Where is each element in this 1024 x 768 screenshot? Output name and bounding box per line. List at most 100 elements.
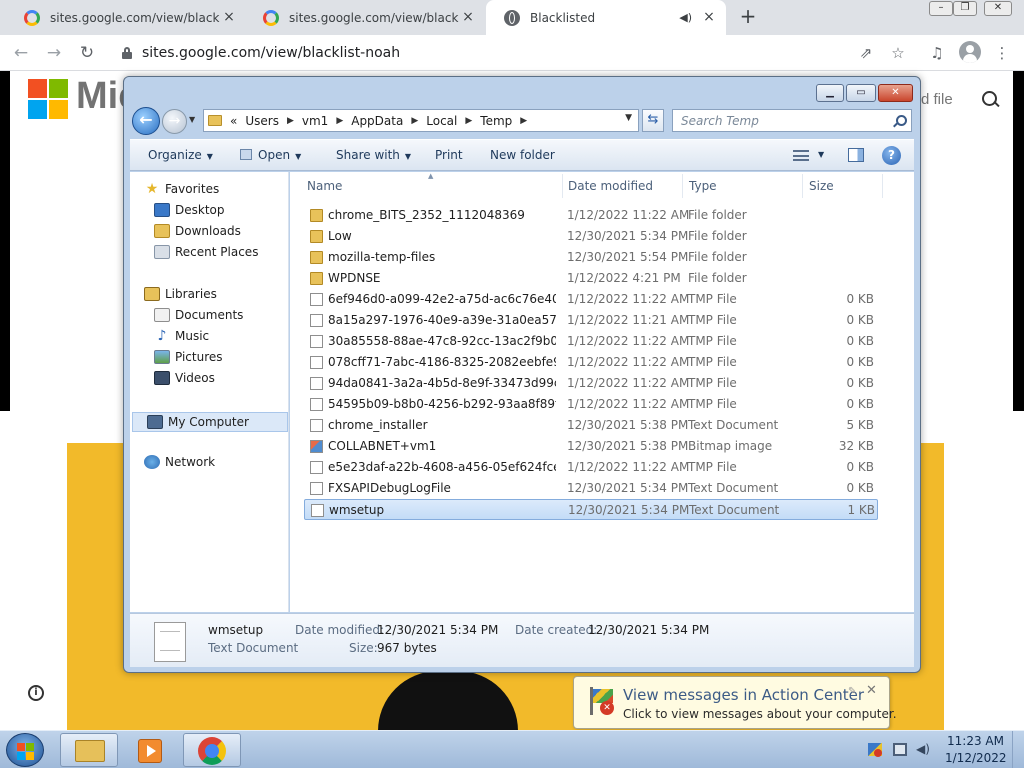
recent-pages-chevron-icon[interactable]: ▼ [189, 115, 195, 124]
preview-pane-icon[interactable] [848, 148, 864, 162]
breadcrumb-users[interactable]: Users [245, 114, 279, 128]
table-row[interactable]: COLLABNET+vm1 12/30/2021 5:38 PM Bitmap im… [304, 436, 878, 457]
taskbar-media-player-button[interactable] [120, 733, 178, 767]
breadcrumb-temp[interactable]: Temp [480, 114, 512, 128]
address-bar[interactable]: sites.google.com/view/blacklist-noah [112, 39, 922, 67]
forward-icon[interactable]: → [43, 42, 65, 64]
notification-close-icon[interactable]: ✕ [866, 683, 877, 698]
column-header-size[interactable]: Size [809, 179, 834, 193]
column-header-type[interactable]: Type [689, 179, 717, 193]
nav-favorites[interactable]: ★ Favorites [144, 182, 220, 196]
breadcrumb-chevron-icon[interactable]: ▶ [520, 116, 527, 126]
menu-icon[interactable]: ⋮ [992, 43, 1012, 63]
table-row[interactable]: mozilla-temp-files 12/30/2021 5:54 PM File… [304, 247, 878, 268]
info-icon[interactable]: i [28, 685, 44, 701]
table-row[interactable]: 94da0841-3a2a-4b5d-8e9f-33473d99c87f....… [304, 373, 878, 394]
window-restore-button[interactable]: ❐ [953, 1, 977, 16]
tab-3-active[interactable]: Blacklisted ◀) × [486, 0, 726, 35]
help-icon[interactable]: ? [882, 146, 901, 165]
new-folder-button[interactable]: New folder [490, 148, 555, 162]
table-row[interactable]: Low 12/30/2021 5:34 PM File folder [304, 226, 878, 247]
profile-icon[interactable] [959, 41, 981, 63]
page-header-text[interactable]: d file [921, 91, 953, 108]
pin-icon[interactable]: ✎ [848, 686, 856, 697]
tab-2[interactable]: sites.google.com/view/blacklist- × [245, 0, 485, 35]
lock-icon[interactable] [122, 47, 132, 59]
action-center-notification[interactable]: ✕ View messages in Action Center Click t… [573, 676, 897, 729]
network-tray-icon[interactable] [893, 743, 907, 756]
table-row[interactable]: chrome_BITS_2352_1112048369 1/12/2022 11:… [304, 205, 878, 226]
nav-downloads[interactable]: Downloads [154, 224, 241, 238]
breadcrumb-chevron-icon[interactable]: ▶ [465, 116, 472, 126]
nav-music[interactable]: ♪ Music [154, 329, 210, 343]
clock-time[interactable]: 11:23 AM [947, 734, 1004, 748]
nav-libraries[interactable]: Libraries [144, 287, 217, 301]
search-icon[interactable] [893, 115, 907, 127]
notification-body[interactable]: Click to view messages about your comput… [623, 707, 897, 721]
window-minimize-button[interactable]: – [929, 1, 953, 16]
column-divider[interactable] [802, 174, 803, 198]
organize-button[interactable]: Organize ▼ [148, 148, 213, 162]
back-icon[interactable]: ← [10, 42, 32, 64]
table-row[interactable]: 8a15a297-1976-40e9-a39e-31a0ea578169....… [304, 310, 878, 331]
table-row[interactable]: e5e23daf-a22b-4608-a456-05ef624fcede.t..… [304, 457, 878, 478]
table-row[interactable]: 30a85558-88ae-47c8-92cc-13ac2f9b0a27....… [304, 331, 878, 352]
nav-network[interactable]: Network [144, 455, 215, 469]
view-dropdown-icon[interactable]: ▼ [818, 150, 824, 159]
column-header-date[interactable]: Date modified [568, 179, 653, 193]
new-tab-button[interactable]: + [737, 6, 759, 28]
nav-desktop[interactable]: Desktop [154, 203, 225, 217]
open-button[interactable]: Open ▼ [240, 148, 301, 162]
view-options-icon[interactable] [793, 150, 809, 161]
nav-videos[interactable]: Videos [154, 371, 215, 385]
table-row[interactable]: chrome_installer 12/30/2021 5:38 PM Text D… [304, 415, 878, 436]
column-divider[interactable] [682, 174, 683, 198]
share-with-button[interactable]: Share with ▼ [336, 148, 411, 162]
share-icon[interactable]: ⇗ [856, 43, 876, 63]
taskbar-chrome-button[interactable] [183, 733, 241, 767]
explorer-maximize-button[interactable]: ▭ [846, 84, 876, 102]
volume-icon[interactable]: ◀) [916, 743, 930, 756]
table-row[interactable]: FXSAPIDebugLogFile 12/30/2021 5:34 PM Text… [304, 478, 878, 499]
nav-recent-places[interactable]: Recent Places [154, 245, 258, 259]
search-icon[interactable] [982, 91, 1000, 109]
speaker-icon[interactable]: ◀) [679, 11, 692, 24]
tab-close-icon[interactable]: × [222, 10, 236, 24]
nav-documents[interactable]: Documents [154, 308, 243, 322]
explorer-minimize-button[interactable]: ▁ [816, 84, 844, 102]
table-row-selected[interactable]: wmsetup 12/30/2021 5:34 PM Text Document 1 … [304, 499, 878, 520]
tab-close-icon[interactable]: × [461, 10, 475, 24]
table-row[interactable]: 078cff71-7abc-4186-8325-2082eebfe9ad.t..… [304, 352, 878, 373]
column-divider[interactable] [562, 174, 563, 198]
reload-icon[interactable]: ↻ [76, 42, 98, 64]
refresh-icon[interactable]: ⇆ [642, 109, 664, 132]
tab-close-icon[interactable]: × [702, 10, 716, 24]
breadcrumb-chevron-icon[interactable]: ▶ [336, 116, 343, 126]
explorer-back-icon[interactable]: ← [132, 107, 160, 135]
show-desktop-button[interactable] [1012, 731, 1024, 768]
explorer-forward-icon[interactable]: → [162, 109, 187, 134]
address-dropdown-icon[interactable]: ▼ [625, 113, 632, 123]
table-row[interactable]: WPDNSE 1/12/2022 4:21 PM File folder [304, 268, 878, 289]
explorer-close-button[interactable]: ✕ [878, 84, 913, 102]
media-icon[interactable]: ♫ [927, 43, 947, 63]
nav-my-computer[interactable]: My Computer [132, 412, 288, 432]
breadcrumb-vm1[interactable]: vm1 [302, 114, 328, 128]
table-row[interactable]: 54595b09-b8b0-4256-b292-93aa8f89f967....… [304, 394, 878, 415]
breadcrumb-chevron-icon[interactable]: ▶ [287, 116, 294, 126]
search-input[interactable]: Search Temp [672, 109, 912, 132]
action-center-tray-icon[interactable] [868, 743, 882, 757]
nav-pictures[interactable]: Pictures [154, 350, 223, 364]
breadcrumb-overflow[interactable]: « [230, 114, 237, 128]
breadcrumb-local[interactable]: Local [426, 114, 457, 128]
column-divider[interactable] [882, 174, 883, 198]
taskbar-explorer-button[interactable] [60, 733, 118, 767]
window-close-button[interactable]: ✕ [984, 1, 1012, 16]
clock-date[interactable]: 1/12/2022 [945, 751, 1007, 765]
start-button[interactable] [6, 733, 44, 767]
explorer-address-bar[interactable]: « Users ▶ vm1 ▶ AppData ▶ Local ▶ Temp ▶… [203, 109, 639, 132]
breadcrumb-appdata[interactable]: AppData [351, 114, 403, 128]
print-button[interactable]: Print [435, 148, 463, 162]
column-header-name[interactable]: Name [307, 179, 342, 193]
table-row[interactable]: 6ef946d0-a099-42e2-a75d-ac6c76e40eff.t..… [304, 289, 878, 310]
